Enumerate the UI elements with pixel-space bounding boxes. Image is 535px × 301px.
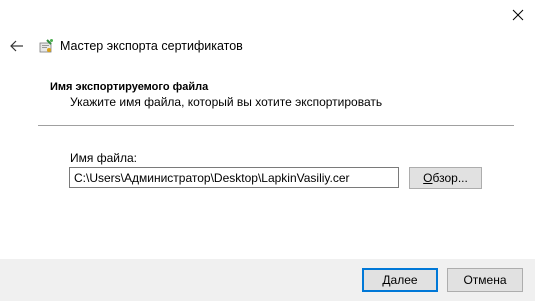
back-arrow-icon[interactable] <box>10 39 24 53</box>
window-title: Мастер экспорта сертификатов <box>60 39 243 53</box>
section-description: Укажите имя файла, который вы хотите экс… <box>70 95 383 109</box>
certificate-wizard-icon <box>39 39 53 53</box>
file-name-input[interactable] <box>69 167 399 188</box>
close-icon <box>512 9 524 21</box>
file-name-label: Имя файла: <box>70 151 137 165</box>
header-divider <box>38 125 514 126</box>
browse-button-accesskey: О <box>423 171 433 185</box>
wizard-header: Мастер экспорта сертификатов <box>10 36 243 56</box>
browse-button[interactable]: Обзор... <box>409 167 482 189</box>
browse-button-label: бзор... <box>432 171 468 185</box>
certificate-export-wizard-window: Мастер экспорта сертификатов Имя экспорт… <box>0 0 535 301</box>
next-button-accesskey: Д <box>382 273 391 287</box>
next-button-label: алее <box>390 273 418 287</box>
cancel-button[interactable]: Отмена <box>447 268 523 292</box>
next-button[interactable]: Далее <box>362 268 438 292</box>
section-heading: Имя экспортируемого файла <box>50 81 209 93</box>
close-button[interactable] <box>509 6 527 24</box>
